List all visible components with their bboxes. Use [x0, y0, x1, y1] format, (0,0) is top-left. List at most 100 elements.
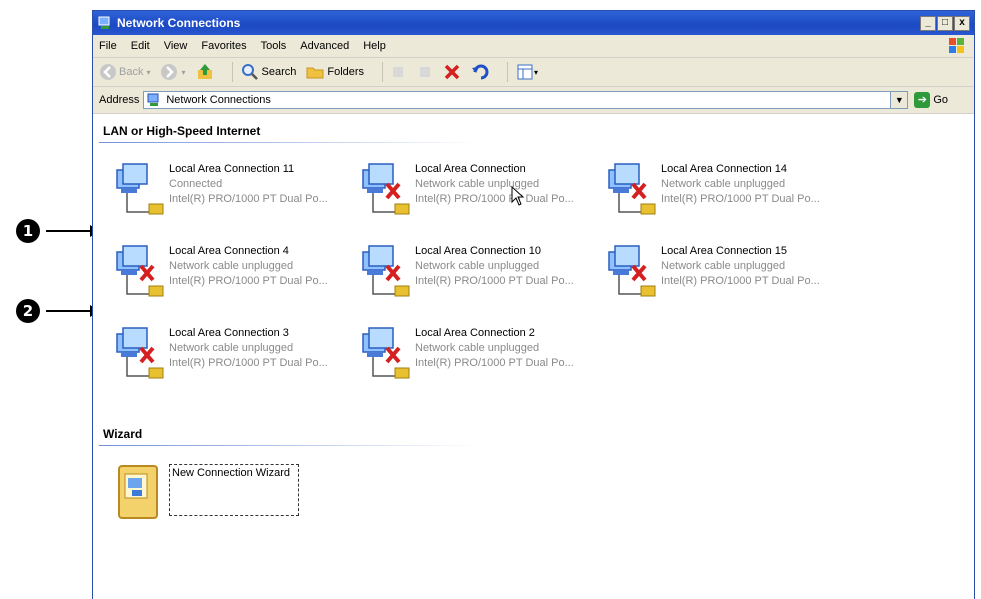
connection-item[interactable]: Local Area Connection 2 Network cable unp…: [359, 322, 599, 386]
connection-name: Local Area Connection 4: [169, 245, 289, 257]
connection-name: Local Area Connection 11: [169, 163, 295, 175]
address-input[interactable]: Network Connections ▼: [143, 91, 909, 109]
content-pane: LAN or High-Speed Internet Local Area Co…: [93, 114, 974, 574]
network-connections-icon: [147, 93, 159, 106]
connection-device: Intel(R) PRO/1000 PT Dual Po...: [661, 193, 820, 205]
search-label: Search: [261, 66, 297, 78]
copy-to-icon: [420, 67, 431, 77]
connection-device: Intel(R) PRO/1000 PT Dual Po...: [169, 275, 328, 287]
new-connection-wizard-item[interactable]: New Connection Wizard: [113, 462, 313, 532]
chevron-down-icon: ▾: [534, 67, 539, 77]
menu-view[interactable]: View: [164, 40, 188, 52]
connection-item[interactable]: Local Area Connection 14 Network cable un…: [605, 158, 845, 222]
group-divider: [99, 445, 479, 446]
address-bar: Address Network Connections ▼ ➔ Go: [93, 87, 974, 114]
search-button[interactable]: Search: [241, 63, 297, 81]
connection-status: Network cable unplugged: [415, 342, 540, 354]
move-to-icon: [393, 67, 404, 77]
connection-name: Local Area Connection 14: [661, 163, 787, 175]
connection-device: Intel(R) PRO/1000 PT Dual Po...: [661, 275, 820, 287]
windows-logo-icon: [949, 38, 964, 53]
go-label: Go: [933, 94, 949, 106]
menu-tools[interactable]: Tools: [261, 40, 287, 52]
group-divider: [99, 142, 479, 143]
callout-2: 2: [0, 296, 100, 326]
connection-name: Local Area Connection 2: [415, 327, 535, 339]
connection-item[interactable]: Local Area Connection 3 Network cable unp…: [113, 322, 353, 386]
network-adapter-icon: [362, 327, 410, 379]
back-label: Back: [119, 66, 144, 78]
wizard-label: New Connection Wizard: [169, 464, 299, 516]
network-adapter-icon: [608, 163, 656, 215]
menu-bar: File Edit View Favorites Tools Advanced …: [93, 35, 974, 58]
up-folder-button[interactable]: [196, 63, 214, 81]
toolbar-divider: [231, 62, 233, 82]
go-arrow-icon: ➔: [914, 92, 931, 108]
connection-status: Network cable unplugged: [661, 260, 786, 272]
move-to-button[interactable]: [391, 64, 407, 80]
undo-icon: [472, 64, 489, 80]
address-dropdown-button[interactable]: ▼: [890, 92, 908, 108]
minimize-button[interactable]: _: [920, 15, 936, 31]
connection-name: Local Area Connection 3: [169, 327, 289, 339]
toolbar: Back ▾ ▾ Search Folders ▾: [93, 58, 974, 87]
mouse-cursor-icon: [511, 186, 525, 206]
group-header-wizard: Wizard: [103, 427, 143, 441]
go-button[interactable]: ➔ Go: [914, 92, 948, 108]
network-adapter-icon: [116, 163, 164, 215]
connection-name: Local Area Connection: [415, 163, 526, 175]
connection-item[interactable]: Local Area Connection 11 Connected Intel(R…: [113, 158, 353, 222]
connection-status: Network cable unplugged: [415, 260, 540, 272]
network-adapter-icon: [362, 245, 410, 297]
title-bar[interactable]: Network Connections _ □ x: [93, 11, 974, 35]
connection-name: Local Area Connection 10: [415, 245, 541, 257]
maximize-button[interactable]: □: [937, 15, 953, 31]
connection-status: Network cable unplugged: [169, 260, 294, 272]
undo-button[interactable]: [471, 63, 489, 81]
search-icon: [241, 64, 258, 80]
connection-device: Intel(R) PRO/1000 PT Dual Po...: [415, 275, 574, 287]
close-button[interactable]: x: [954, 15, 970, 31]
callout-number: 2: [16, 299, 40, 323]
explorer-window: Network Connections _ □ x File Edit View…: [92, 10, 975, 599]
menu-file[interactable]: File: [99, 40, 117, 52]
toolbar-divider: [507, 62, 509, 82]
connection-status: Connected: [169, 178, 223, 190]
menu-help[interactable]: Help: [363, 40, 386, 52]
connection-item[interactable]: Local Area Connection 10 Network cable un…: [359, 240, 599, 304]
connection-status: Network cable unplugged: [169, 342, 294, 354]
address-label: Address: [99, 94, 140, 106]
back-button[interactable]: Back ▾: [99, 63, 150, 81]
network-adapter-icon: [116, 327, 164, 379]
network-adapter-icon: [362, 163, 410, 215]
chevron-down-icon: ▾: [146, 67, 151, 77]
connection-item[interactable]: Local Area Connection 15 Network cable un…: [605, 240, 845, 304]
folders-button[interactable]: Folders: [306, 63, 364, 81]
network-adapter-icon: [608, 245, 656, 297]
folder-icon: [306, 67, 324, 79]
connection-device: Intel(R) PRO/1000 PT Dual Po...: [169, 357, 328, 369]
connection-device: Intel(R) PRO/1000 PT Dual Po...: [415, 193, 574, 205]
wizard-icon: [118, 465, 158, 519]
forward-button[interactable]: ▾: [160, 63, 186, 81]
connection-item[interactable]: Local Area Connection Network cable unplu…: [359, 158, 599, 222]
window-title: Network Connections: [117, 16, 241, 30]
back-arrow-icon: [100, 64, 116, 80]
connection-status: Network cable unplugged: [661, 178, 786, 190]
toolbar-divider: [382, 62, 384, 82]
folders-label: Folders: [327, 66, 365, 78]
delete-button[interactable]: [443, 63, 461, 81]
chevron-down-icon: ▾: [181, 67, 186, 77]
menu-advanced[interactable]: Advanced: [300, 40, 349, 52]
callout-arrow: [46, 305, 100, 317]
menu-edit[interactable]: Edit: [131, 40, 150, 52]
copy-to-button[interactable]: [417, 64, 433, 80]
connection-device: Intel(R) PRO/1000 PT Dual Po...: [415, 357, 574, 369]
views-button[interactable]: ▾: [516, 63, 538, 81]
network-adapter-icon: [116, 245, 164, 297]
connection-status: Network cable unplugged: [415, 178, 540, 190]
views-icon: [517, 64, 533, 80]
callout-number: 1: [16, 219, 40, 243]
connection-item[interactable]: Local Area Connection 4 Network cable unp…: [113, 240, 353, 304]
menu-favorites[interactable]: Favorites: [201, 40, 246, 52]
